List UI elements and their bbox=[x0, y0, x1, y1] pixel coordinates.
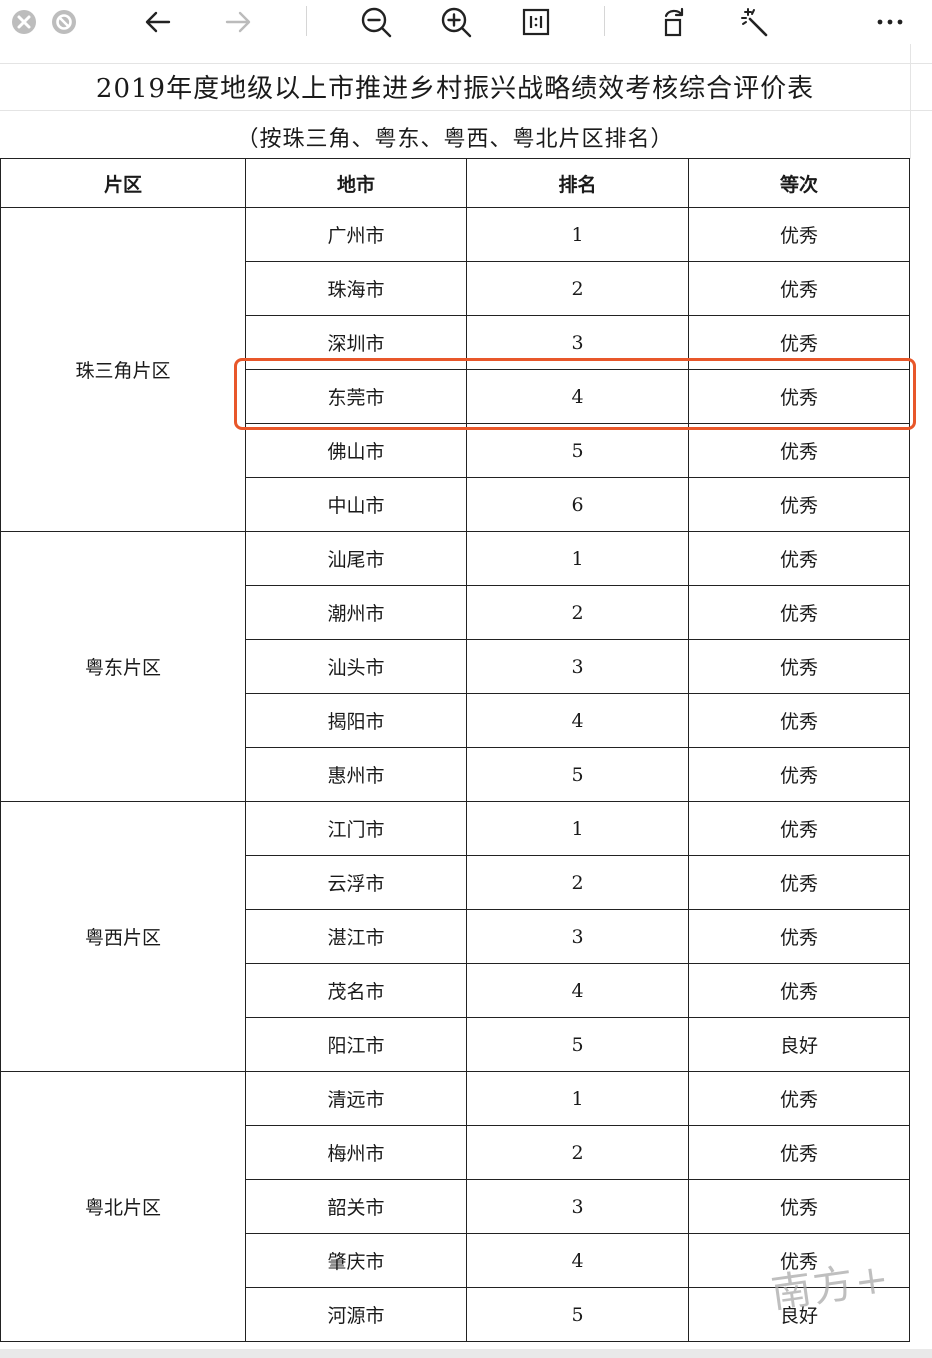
sheet-title: 2019年度地级以上市推进乡村振兴战略绩效考核综合评价表 bbox=[95, 74, 815, 104]
table-row: 珠三角片区 广州市 1 优秀 bbox=[0, 207, 910, 532]
header-city: 地市 bbox=[245, 158, 467, 208]
grade-cell: 优秀 bbox=[688, 1071, 910, 1126]
rank-cell: 5 bbox=[466, 747, 689, 802]
city-cell: 清远市 bbox=[245, 1071, 467, 1126]
grade-cell: 优秀 bbox=[688, 477, 910, 532]
rank-cell: 2 bbox=[466, 585, 689, 640]
header-grade: 等次 bbox=[688, 158, 910, 208]
grade-cell: 优秀 bbox=[688, 855, 910, 910]
region-cell: 粤西片区 bbox=[0, 801, 246, 1072]
city-cell: 阳江市 bbox=[245, 1017, 467, 1072]
rank-cell: 5 bbox=[466, 423, 689, 478]
city-cell: 潮州市 bbox=[245, 585, 467, 640]
grade-cell: 优秀 bbox=[688, 207, 910, 262]
grade-cell: 优秀 bbox=[688, 909, 910, 964]
rank-cell: 2 bbox=[466, 261, 689, 316]
rank-cell: 2 bbox=[466, 855, 689, 910]
table-header-row: 片区 地市 排名 等次 bbox=[0, 158, 910, 208]
region-cell: 粤北片区 bbox=[0, 1071, 246, 1342]
table-row: 粤西片区 江门市 1 优秀 bbox=[0, 801, 910, 1072]
rank-cell: 3 bbox=[466, 639, 689, 694]
city-cell: 揭阳市 bbox=[245, 693, 467, 748]
header-rank: 排名 bbox=[466, 158, 689, 208]
grade-cell: 优秀 bbox=[688, 1179, 910, 1234]
grade-cell: 优秀 bbox=[688, 963, 910, 1018]
grade-cell: 优秀 bbox=[688, 693, 910, 748]
grade-cell: 良好 bbox=[688, 1017, 910, 1072]
city-cell: 梅州市 bbox=[245, 1125, 467, 1180]
bottom-scrollbar[interactable] bbox=[0, 1349, 932, 1358]
grade-cell: 优秀 bbox=[688, 801, 910, 856]
rank-cell: 1 bbox=[466, 801, 689, 856]
table-row: 粤东片区 汕尾市 1 优秀 bbox=[0, 531, 910, 802]
actual-size-icon[interactable] bbox=[518, 4, 554, 40]
grade-cell: 优秀 bbox=[688, 531, 910, 586]
grade-cell: 优秀 bbox=[688, 585, 910, 640]
rank-cell: 6 bbox=[466, 477, 689, 532]
header-region: 片区 bbox=[0, 158, 246, 208]
rank-cell: 5 bbox=[466, 1287, 689, 1342]
rank-cell: 1 bbox=[466, 207, 689, 262]
spreadsheet-view: 2019年度地级以上市推进乡村振兴战略绩效考核综合评价表 （按珠三角、粤东、粤西… bbox=[0, 44, 932, 1358]
forward-arrow-icon bbox=[220, 4, 256, 40]
city-cell: 佛山市 bbox=[245, 423, 467, 478]
grade-cell: 优秀 bbox=[688, 639, 910, 694]
viewer-toolbar bbox=[0, 0, 932, 44]
city-cell: 汕头市 bbox=[245, 639, 467, 694]
city-cell: 中山市 bbox=[245, 477, 467, 532]
city-cell: 韶关市 bbox=[245, 1179, 467, 1234]
grade-cell: 优秀 bbox=[688, 747, 910, 802]
city-cell: 云浮市 bbox=[245, 855, 467, 910]
city-cell: 河源市 bbox=[245, 1287, 467, 1342]
sheet-subtitle: （按珠三角、粤东、粤西、粤北片区排名） bbox=[236, 127, 674, 152]
rank-cell: 5 bbox=[466, 1017, 689, 1072]
grade-cell: 优秀 bbox=[688, 261, 910, 316]
region-cell: 珠三角片区 bbox=[0, 207, 246, 532]
city-cell: 广州市 bbox=[245, 207, 467, 262]
rank-cell: 4 bbox=[466, 1233, 689, 1288]
zoom-out-icon[interactable] bbox=[358, 4, 394, 40]
city-cell: 湛江市 bbox=[245, 909, 467, 964]
ranking-table: 片区 地市 排名 等次 珠三角片区 广州市 1 优秀 珠海市 2 优秀 深圳市 3 优秀 东莞市 4 优… bbox=[0, 158, 910, 1342]
city-cell: 江门市 bbox=[245, 801, 467, 856]
region-cell: 粤东片区 bbox=[0, 531, 246, 802]
city-cell: 珠海市 bbox=[245, 261, 467, 316]
rank-cell: 1 bbox=[466, 1071, 689, 1126]
back-arrow-icon[interactable] bbox=[140, 4, 176, 40]
city-cell: 惠州市 bbox=[245, 747, 467, 802]
city-cell: 汕尾市 bbox=[245, 531, 467, 586]
rank-cell: 3 bbox=[466, 909, 689, 964]
zoom-in-icon[interactable] bbox=[438, 4, 474, 40]
close-icon[interactable] bbox=[6, 4, 42, 40]
highlight-box bbox=[234, 358, 916, 430]
grade-cell: 优秀 bbox=[688, 1125, 910, 1180]
rank-cell: 4 bbox=[466, 963, 689, 1018]
grade-cell: 优秀 bbox=[688, 423, 910, 478]
city-cell: 茂名市 bbox=[245, 963, 467, 1018]
magic-wand-icon[interactable] bbox=[736, 4, 772, 40]
rank-cell: 3 bbox=[466, 1179, 689, 1234]
table-row: 粤北片区 清远市 1 优秀 bbox=[0, 1071, 910, 1342]
rank-cell: 2 bbox=[466, 1125, 689, 1180]
more-icon[interactable] bbox=[872, 4, 908, 40]
rank-cell: 4 bbox=[466, 693, 689, 748]
block-icon[interactable] bbox=[46, 4, 82, 40]
rotate-icon[interactable] bbox=[656, 4, 692, 40]
rank-cell: 1 bbox=[466, 531, 689, 586]
city-cell: 肇庆市 bbox=[245, 1233, 467, 1288]
